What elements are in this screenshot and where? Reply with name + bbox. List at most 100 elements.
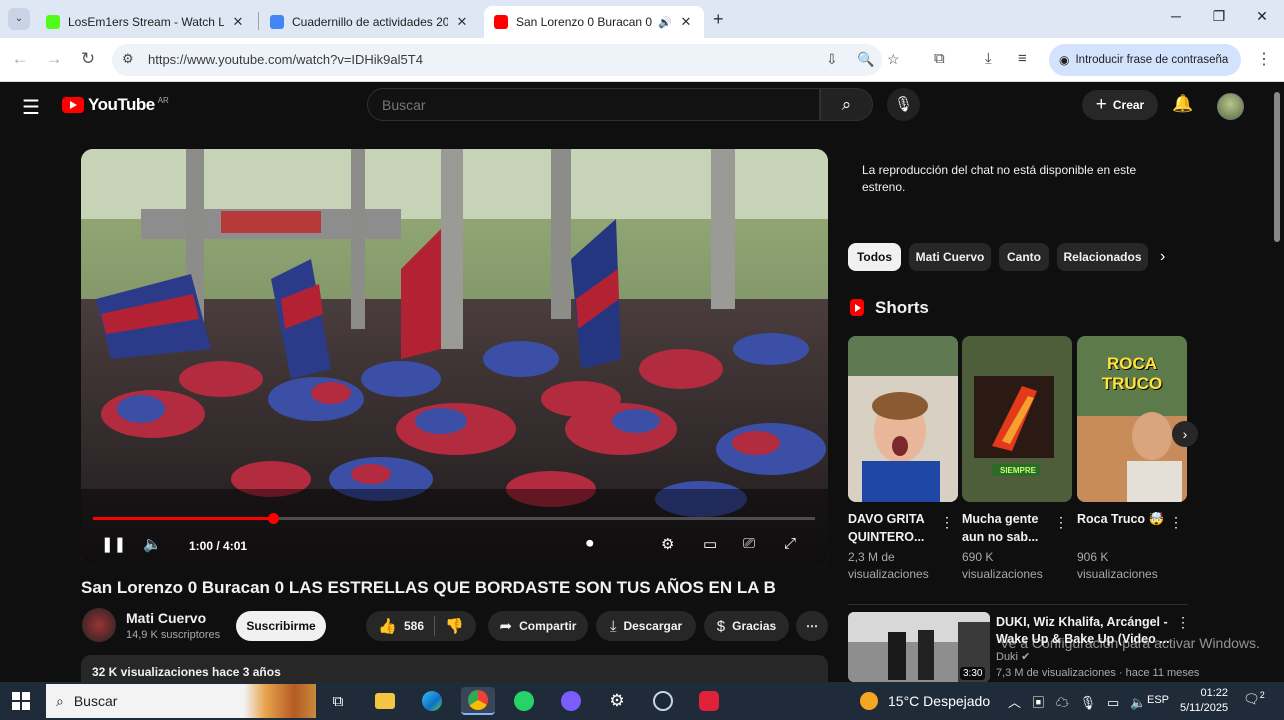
tray-cloud-icon[interactable]: ☁ (1056, 695, 1069, 710)
thanks-button[interactable]: $ Gracias (704, 611, 789, 641)
short-menu-icon[interactable]: ⋮ (940, 514, 954, 531)
minimize-icon[interactable]: ─ (1166, 8, 1186, 24)
subscribe-button[interactable]: Suscribirme (236, 611, 326, 641)
hamburger-menu-icon[interactable]: ☰ (22, 95, 40, 120)
reload-icon[interactable]: ↻ (77, 49, 99, 69)
fullscreen-icon[interactable]: ⤢ (784, 535, 796, 552)
clock[interactable]: 01:22 5/11/2025 (1180, 686, 1228, 716)
pause-icon[interactable]: ❚❚ (101, 535, 126, 553)
progress-bar[interactable] (93, 513, 815, 524)
cast-icon[interactable]: ⎚ (743, 535, 755, 552)
short-thumbnail[interactable]: ROCA TRUCO (1077, 336, 1187, 502)
youtube-logo[interactable]: YouTube AR (62, 95, 169, 115)
zoom-icon[interactable]: 🔍 (857, 51, 874, 68)
create-button[interactable]: + Crear (1082, 90, 1158, 120)
search-input[interactable]: Buscar (367, 88, 820, 121)
theater-mode-icon[interactable]: ▭ (703, 535, 717, 553)
more-actions-icon[interactable]: ⋯ (796, 611, 828, 641)
volume-icon[interactable]: 🔈 (1130, 695, 1146, 710)
short-title[interactable]: DAVO GRITA QUINTERO... (848, 510, 942, 546)
close-window-icon[interactable]: ✕ (1252, 8, 1272, 25)
settings-icon[interactable]: ⚙ (600, 687, 634, 715)
media-control-icon[interactable]: ≡ (1018, 50, 1027, 67)
url-text[interactable]: https://www.youtube.com/watch?v=IDHik9al… (148, 52, 423, 67)
notifications-icon[interactable]: 🗨2 (1243, 690, 1265, 712)
close-tab-icon[interactable]: ✕ (454, 14, 470, 30)
tray-chevron-up-icon[interactable]: ︿ (1008, 695, 1021, 710)
weather-widget[interactable]: 15°C Despejado (860, 692, 990, 710)
short-title[interactable]: Mucha gente aun no sab... (962, 510, 1056, 546)
search-icon[interactable]: ⌕ (820, 88, 873, 121)
download-button[interactable]: ⤓ Descargar (596, 611, 696, 641)
voice-search-mic-icon[interactable]: 🎙 (887, 88, 920, 121)
progress-scrubber[interactable] (267, 513, 279, 524)
file-explorer-icon[interactable] (368, 687, 402, 715)
steam-icon[interactable] (646, 687, 680, 715)
volume-icon[interactable]: 🔈 (143, 535, 162, 553)
system-tray[interactable]: ︿ ▣ ☁ 🎙 ▭ 🔈 (1008, 692, 1146, 711)
bookmark-star-icon[interactable]: ☆ (887, 51, 900, 68)
related-video-channel[interactable]: Duki ✔ (996, 650, 1030, 663)
speaker-icon[interactable]: 🔊 (658, 16, 672, 29)
site-info-icon[interactable]: ⚙ (122, 51, 134, 67)
chip-mati-cuervo[interactable]: Mati Cuervo (909, 243, 991, 271)
share-button[interactable]: ➦ Compartir (488, 611, 588, 641)
edge-icon[interactable] (415, 687, 449, 715)
tab-losem1ers[interactable]: LosEm1ers Stream - Watch Live ✕ (36, 6, 256, 38)
forward-icon[interactable]: → (43, 49, 65, 69)
microphone-icon[interactable]: 🎙 (1080, 695, 1097, 710)
short-card[interactable]: SIEMPRE Mucha gente aun no sab... ⋮ 690 … (962, 336, 1072, 581)
address-bar[interactable]: ⚙ https://www.youtube.com/watch?v=IDHik9… (112, 44, 900, 76)
page-scrollbar[interactable] (1270, 82, 1284, 682)
short-card[interactable]: ROCA TRUCO Roca Truco 🤯 ⋮ 906 K visualiz… (1077, 336, 1187, 581)
install-app-icon[interactable]: ⇩ (826, 51, 838, 68)
chip-canto[interactable]: Canto (999, 243, 1049, 271)
short-title[interactable]: Roca Truco 🤯 (1077, 510, 1171, 528)
downloads-icon[interactable]: ⤓ (985, 50, 992, 67)
chrome-icon[interactable] (461, 687, 495, 715)
browser-menu-icon[interactable]: ⋮ (1256, 49, 1272, 69)
windows-start-icon[interactable] (12, 692, 30, 710)
tab-search-button[interactable]: ⌄ (8, 8, 30, 30)
channel-name[interactable]: Mati Cuervo (126, 610, 206, 626)
video-player[interactable]: ❚❚ 🔈 1:00 / 4:01 ⏺ ⚙ ▭ ⎚ ⤢ (81, 149, 828, 567)
whatsapp-icon[interactable] (507, 687, 541, 715)
extensions-icon[interactable]: ⧉ (934, 50, 945, 67)
input-language[interactable]: ESP (1147, 694, 1169, 706)
thumbs-up-icon[interactable]: 👍 (378, 617, 397, 635)
task-view-icon[interactable]: ⧉ (321, 687, 355, 715)
tab-san-lorenzo[interactable]: San Lorenzo 0 Buracan 0 LAS 🔊 ✕ (484, 6, 704, 38)
taskbar-search-box[interactable]: ⌕ Buscar (46, 684, 316, 718)
related-video-thumbnail[interactable]: 3:30 (848, 612, 990, 682)
discord-icon[interactable] (554, 687, 588, 715)
account-avatar[interactable] (1217, 93, 1244, 120)
tray-app-icon[interactable]: ▣ (1032, 695, 1045, 710)
app-red-icon[interactable] (692, 687, 726, 715)
chip-todos[interactable]: Todos (848, 243, 901, 271)
restore-icon[interactable]: ❐ (1209, 8, 1229, 25)
shorts-next-chevron-icon[interactable]: › (1172, 421, 1198, 447)
close-tab-icon[interactable]: ✕ (678, 14, 694, 30)
new-tab-plus-icon[interactable]: + (713, 9, 724, 30)
short-card[interactable]: DAVO GRITA QUINTERO... ⋮ 2,3 M de visual… (848, 336, 958, 581)
related-video-menu-icon[interactable]: ⋮ (1176, 614, 1190, 631)
close-tab-icon[interactable]: ✕ (230, 14, 246, 30)
thumbs-down-icon[interactable]: 👎 (445, 617, 464, 635)
chip-relacionados[interactable]: Relacionados (1057, 243, 1148, 271)
notifications-bell-icon[interactable]: 🔔 (1172, 94, 1193, 114)
channel-avatar[interactable] (82, 608, 116, 642)
password-prompt-button[interactable]: ◉ Introducir frase de contraseña (1049, 44, 1241, 76)
short-menu-icon[interactable]: ⋮ (1169, 514, 1183, 531)
related-video-channel-name[interactable]: Duki (996, 651, 1018, 663)
like-count[interactable]: 586 (404, 619, 424, 633)
short-menu-icon[interactable]: ⋮ (1054, 514, 1068, 531)
settings-gear-icon[interactable]: ⚙ (661, 535, 674, 553)
chevron-right-icon[interactable]: › (1160, 248, 1165, 266)
autoplay-toggle-icon[interactable]: ⏺ (586, 535, 594, 552)
tab-cuadernillo[interactable]: Cuadernillo de actividades 2025 ✕ (260, 6, 480, 38)
network-icon[interactable]: ▭ (1107, 695, 1119, 710)
back-icon[interactable]: ← (9, 49, 31, 69)
scrollbar-thumb[interactable] (1274, 92, 1280, 242)
short-thumbnail[interactable] (848, 336, 958, 502)
short-thumbnail[interactable]: SIEMPRE (962, 336, 1072, 502)
